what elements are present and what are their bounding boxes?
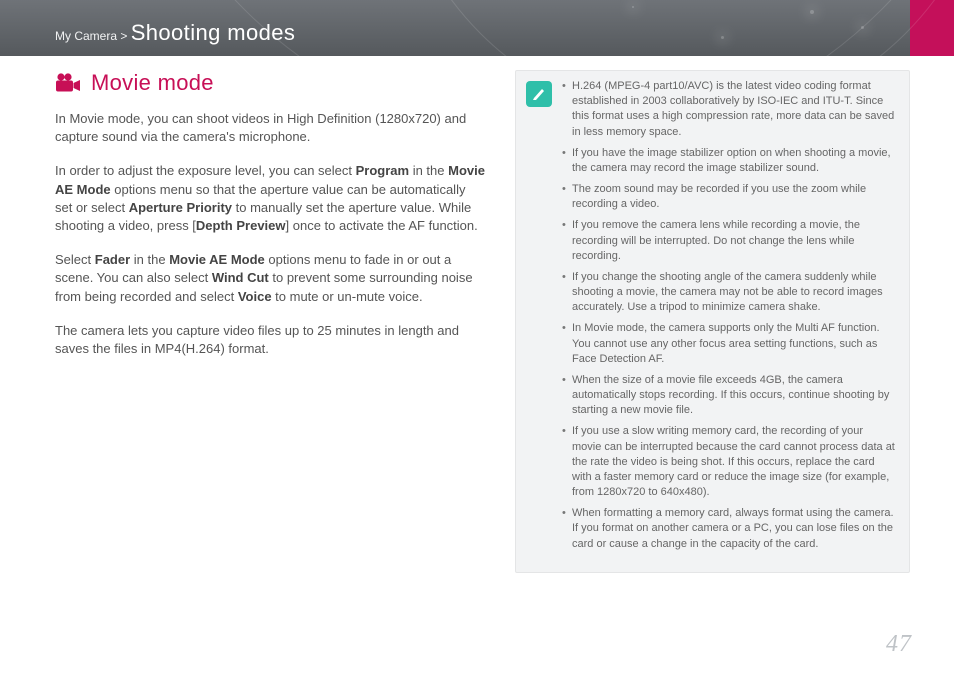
paragraph-intro: In Movie mode, you can shoot videos in H… [55,110,485,146]
note-item: In Movie mode, the camera supports only … [562,321,895,367]
paragraph-fader: Select Fader in the Movie AE Mode option… [55,251,485,306]
note-item: If you change the shooting angle of the … [562,270,895,316]
note-item: If you use a slow writing memory card, t… [562,424,895,500]
notes-box: H.264 (MPEG-4 part10/AVC) is the latest … [515,70,910,573]
notes-column: H.264 (MPEG-4 part10/AVC) is the latest … [515,70,910,573]
breadcrumb: My Camera > Shooting modes [55,20,295,46]
notes-list: H.264 (MPEG-4 part10/AVC) is the latest … [562,79,895,558]
section-title: Movie mode [91,70,214,96]
paragraph-exposure: In order to adjust the exposure level, y… [55,162,485,235]
note-item: When formatting a memory card, always fo… [562,506,895,552]
movie-camera-icon [55,73,81,93]
note-item: When the size of a movie file exceeds 4G… [562,373,895,419]
note-item: If you have the image stabilizer option … [562,146,895,176]
note-item: H.264 (MPEG-4 part10/AVC) is the latest … [562,79,895,140]
header-bar: My Camera > Shooting modes [0,0,954,56]
main-column: Movie mode In Movie mode, you can shoot … [55,70,485,374]
note-item: If you remove the camera lens while reco… [562,218,895,264]
breadcrumb-section: Shooting modes [131,20,296,45]
page: My Camera > Shooting modes Movie mode In… [0,0,954,676]
note-item: The zoom sound may be recorded if you us… [562,182,895,212]
paragraph-capture: The camera lets you capture video files … [55,322,485,358]
note-icon [526,81,552,107]
breadcrumb-path: My Camera > [55,29,127,43]
page-number: 47 [886,631,912,658]
section-heading: Movie mode [55,70,485,96]
content-area: Movie mode In Movie mode, you can shoot … [0,56,954,573]
